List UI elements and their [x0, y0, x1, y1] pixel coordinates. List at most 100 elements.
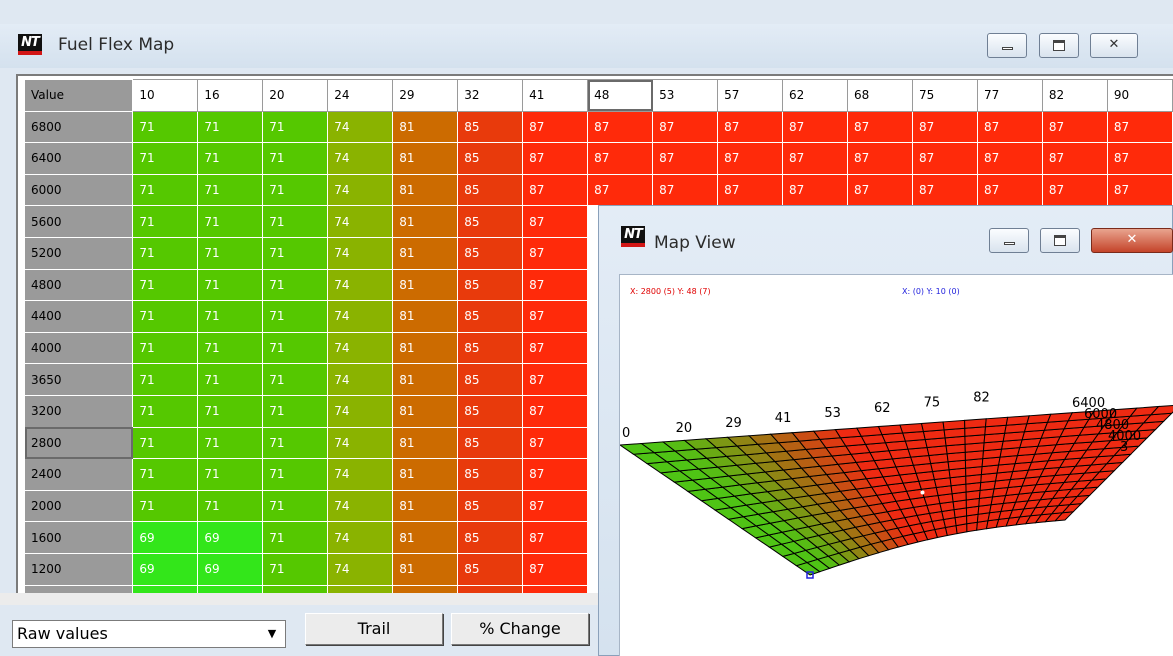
map-cell[interactable]: 87 [717, 142, 784, 175]
map-cell[interactable]: 85 [457, 236, 524, 270]
map-close-button[interactable]: ✕ [1091, 228, 1173, 253]
map-cell[interactable]: 85 [457, 426, 524, 460]
map-cell[interactable]: 71 [197, 236, 264, 270]
map-cell[interactable]: 71 [262, 458, 329, 491]
map-cell[interactable]: 74 [327, 268, 394, 302]
map-cell[interactable]: 85 [457, 489, 524, 523]
row-header[interactable]: 3650 [23, 363, 134, 396]
map-cell[interactable]: 74 [327, 552, 394, 586]
map-cell[interactable]: 87 [587, 173, 654, 207]
column-header[interactable]: 20 [262, 79, 329, 112]
map-cell[interactable]: 71 [197, 489, 264, 523]
column-header[interactable]: 53 [652, 79, 719, 112]
map-cell[interactable]: 87 [911, 142, 978, 175]
map-cell[interactable]: 71 [262, 142, 329, 175]
map-cell[interactable]: 71 [197, 426, 264, 460]
map-cell[interactable]: 71 [262, 173, 329, 207]
map-cell[interactable]: 87 [847, 110, 913, 144]
percent-change-button[interactable]: % Change [451, 613, 589, 645]
map-cell[interactable]: 81 [392, 363, 459, 396]
map-cell[interactable]: 69 [197, 552, 264, 586]
map-cell[interactable]: 81 [392, 142, 459, 175]
map-cell[interactable]: 71 [197, 331, 264, 365]
map-cell[interactable]: 87 [976, 110, 1043, 144]
map-cell[interactable]: 87 [717, 173, 784, 207]
map-cell[interactable]: 85 [457, 110, 524, 144]
map-cell[interactable]: 71 [262, 394, 329, 428]
map-cell[interactable]: 87 [911, 110, 978, 144]
row-header[interactable]: 6800 [23, 110, 134, 144]
map-cell[interactable]: 81 [392, 394, 459, 428]
row-header[interactable]: 4000 [23, 331, 134, 365]
map-cell[interactable]: 87 [1041, 110, 1108, 144]
map-cell[interactable]: 71 [132, 394, 199, 428]
map-cell[interactable]: 87 [1106, 142, 1173, 175]
map-cell[interactable]: 71 [197, 394, 264, 428]
map-cell[interactable]: 85 [457, 331, 524, 365]
column-header[interactable]: 24 [327, 79, 394, 112]
map-cell[interactable]: 87 [1106, 110, 1173, 144]
map-cell[interactable]: 87 [522, 426, 589, 460]
row-header[interactable]: 4800 [23, 268, 134, 302]
map-cell[interactable]: 74 [327, 331, 394, 365]
row-header[interactable]: 1600 [23, 521, 134, 554]
map-cell[interactable]: 85 [457, 268, 524, 302]
column-header[interactable]: 57 [717, 79, 784, 112]
column-header[interactable]: 68 [847, 79, 913, 112]
main-titlebar[interactable]: NT Fuel Flex Map ✕ [0, 24, 1173, 68]
dropdown-arrow-icon[interactable]: ▼ [263, 625, 281, 643]
map-cell[interactable]: 71 [132, 331, 199, 365]
map-cell[interactable]: 81 [392, 552, 459, 586]
map-cell[interactable]: 87 [522, 331, 589, 365]
column-header[interactable]: 75 [911, 79, 978, 112]
map-cell[interactable]: 87 [911, 173, 978, 207]
column-header[interactable]: 29 [392, 79, 459, 112]
map-cell[interactable]: 71 [262, 205, 329, 238]
map-cell[interactable]: 85 [457, 394, 524, 428]
map-cell[interactable]: 85 [457, 458, 524, 491]
column-header[interactable]: 10 [132, 79, 199, 112]
row-header[interactable]: 2400 [23, 458, 134, 491]
map-cell[interactable]: 87 [847, 173, 913, 207]
map-cell[interactable]: 85 [457, 205, 524, 238]
map-cell[interactable]: 71 [132, 142, 199, 175]
map-cell[interactable]: 85 [457, 363, 524, 396]
map-cell[interactable]: 71 [262, 363, 329, 396]
map-cell[interactable]: 81 [392, 331, 459, 365]
map-cell[interactable]: 71 [132, 300, 199, 333]
map-cell[interactable]: 87 [522, 584, 589, 593]
map-cell[interactable]: 69 [132, 521, 199, 554]
map-cell[interactable]: 71 [262, 426, 329, 460]
map-cell[interactable]: 71 [262, 552, 329, 586]
map-cell[interactable]: 71 [262, 489, 329, 523]
map-cell[interactable]: 87 [652, 110, 719, 144]
map-cell[interactable]: 71 [262, 300, 329, 333]
map-cell[interactable]: 81 [392, 584, 459, 593]
map-cell[interactable]: 81 [392, 173, 459, 207]
row-header[interactable]: 4400 [23, 300, 134, 333]
map-cell[interactable]: 81 [392, 110, 459, 144]
map-cell[interactable]: 74 [327, 458, 394, 491]
map-cell[interactable]: 87 [1106, 173, 1173, 207]
map-cell[interactable]: 74 [327, 521, 394, 554]
map-cell[interactable]: 87 [522, 110, 589, 144]
map-cell[interactable]: 87 [587, 142, 654, 175]
column-header[interactable]: 16 [197, 79, 264, 112]
map-cell[interactable]: 71 [132, 426, 199, 460]
map-cell[interactable]: 85 [457, 584, 524, 593]
trail-button[interactable]: Trail [305, 613, 443, 645]
map-cell[interactable]: 85 [457, 173, 524, 207]
map-maximize-button[interactable] [1040, 228, 1080, 253]
minimize-button[interactable] [987, 33, 1027, 58]
map-cell[interactable]: 87 [976, 142, 1043, 175]
map-cell[interactable]: 85 [457, 142, 524, 175]
row-header[interactable]: 2800 [23, 426, 134, 460]
map-cell[interactable]: 87 [522, 363, 589, 396]
map-cell[interactable]: 69 [132, 584, 199, 593]
map-cell[interactable]: 87 [1041, 173, 1108, 207]
maximize-button[interactable] [1039, 33, 1079, 58]
map-cell[interactable]: 87 [782, 142, 849, 175]
map-cell[interactable]: 71 [132, 205, 199, 238]
map-cell[interactable]: 71 [197, 363, 264, 396]
column-header[interactable]: 77 [976, 79, 1043, 112]
